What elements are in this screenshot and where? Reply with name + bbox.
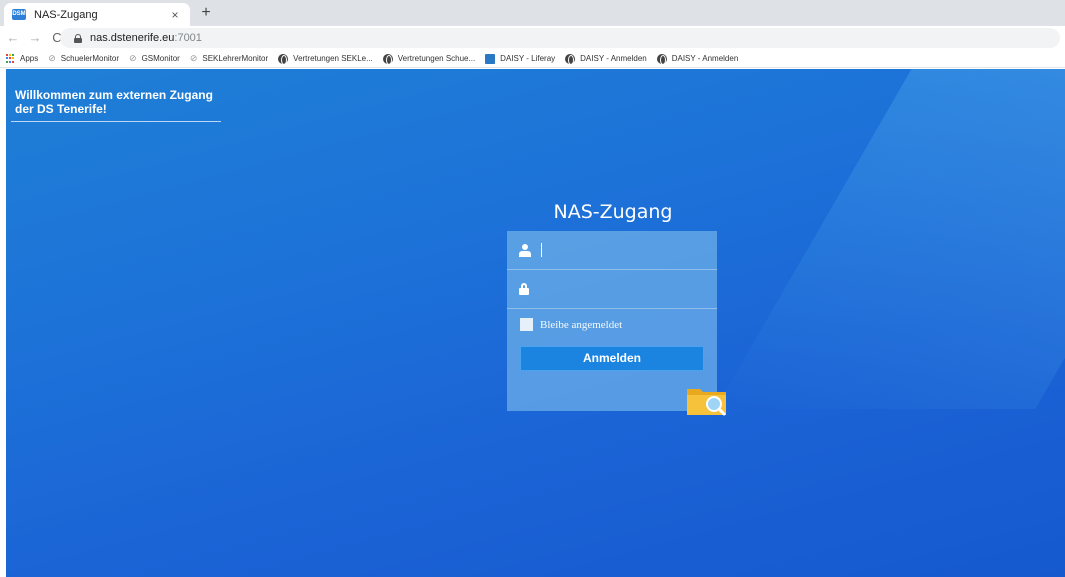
bookmark-label: Vertretungen SEKLe... — [293, 54, 373, 63]
tab-nas-zugang[interactable]: DSM NAS-Zugang × — [4, 3, 190, 26]
bookmark-label: DAISY - Anmelden — [671, 54, 739, 63]
bookmark-label: DAISY - Anmelden — [580, 54, 647, 63]
bookmark-vertretungen-schue[interactable]: Vertretungen Schue... — [382, 53, 476, 65]
globe-icon — [278, 53, 289, 65]
lock-icon[interactable] — [74, 33, 82, 43]
bookmark-label: DAISY - Liferay — [500, 54, 556, 63]
login-page: Willkommen zum externen Zugang der DS Te… — [6, 69, 1065, 577]
folder-search-icon — [687, 389, 726, 416]
bookmark-seklehrermonitor[interactable]: ⊘ SEKLehrerMonitor — [190, 53, 268, 64]
bookmark-daisy-anmelden-2[interactable]: DAISY - Anmelden — [656, 53, 739, 65]
link-icon: ⊘ — [189, 53, 198, 63]
lock-icon — [519, 283, 529, 295]
browser-toolbar: ← → C nas.dstenerife.eu :7001 — [0, 26, 1065, 50]
remember-me-label[interactable]: Bleibe angemeldet — [540, 319, 622, 331]
password-input[interactable] — [539, 282, 699, 296]
user-icon — [519, 243, 531, 257]
link-icon: ⊘ — [129, 53, 137, 63]
globe-icon — [565, 53, 576, 65]
username-input[interactable] — [542, 243, 702, 257]
apps-grid-icon — [6, 53, 16, 64]
url-host: nas.dstenerife.eu — [90, 32, 175, 44]
url-port: :7001 — [174, 32, 202, 44]
bookmark-vertretungen-sekle[interactable]: Vertretungen SEKLe... — [278, 53, 373, 65]
address-bar[interactable]: nas.dstenerife.eu :7001 — [60, 28, 1060, 48]
forward-button[interactable]: → — [26, 29, 44, 47]
bookmarks-bar: Apps ⊘ SchuelerMonitor ⊘ GSMonitor ⊘ SEK… — [0, 50, 1065, 68]
tab-close-icon[interactable]: × — [168, 8, 182, 22]
login-button[interactable]: Anmelden — [520, 346, 704, 371]
page-title: NAS-Zugang — [553, 201, 673, 223]
username-field[interactable] — [507, 231, 717, 270]
globe-icon — [382, 53, 393, 65]
tab-title: NAS-Zugang — [34, 8, 98, 21]
bookmark-schuelermonitor[interactable]: ⊘ SchuelerMonitor — [48, 53, 119, 64]
tab-strip: DSM NAS-Zugang × + — [0, 0, 1065, 26]
remember-me-option[interactable]: Bleibe angemeldet — [520, 318, 622, 331]
liferay-icon — [485, 53, 496, 64]
link-icon: ⊘ — [48, 53, 56, 63]
bookmark-label: SEKLehrerMonitor — [202, 54, 269, 63]
password-field[interactable] — [507, 270, 717, 309]
bookmark-apps[interactable]: Apps — [6, 53, 39, 64]
dsm-favicon-icon: DSM — [12, 9, 26, 20]
bookmark-daisy-anmelden-1[interactable]: DAISY - Anmelden — [565, 53, 647, 65]
welcome-text: Willkommen zum externen Zugang der DS Te… — [11, 88, 221, 122]
bookmark-label: Vertretungen Schue... — [397, 54, 476, 63]
bookmark-label: GSMonitor — [141, 54, 180, 63]
bookmark-label: SchuelerMonitor — [60, 54, 120, 63]
remember-me-checkbox[interactable] — [520, 318, 533, 331]
bookmark-daisy-liferay[interactable]: DAISY - Liferay — [485, 53, 556, 64]
globe-icon — [656, 53, 667, 65]
back-button[interactable]: ← — [4, 29, 22, 47]
background-decoration — [715, 69, 1065, 409]
bookmark-gsmonitor[interactable]: ⊘ GSMonitor — [129, 53, 180, 64]
bookmark-label: Apps — [20, 54, 39, 63]
new-tab-button[interactable]: + — [196, 3, 216, 23]
